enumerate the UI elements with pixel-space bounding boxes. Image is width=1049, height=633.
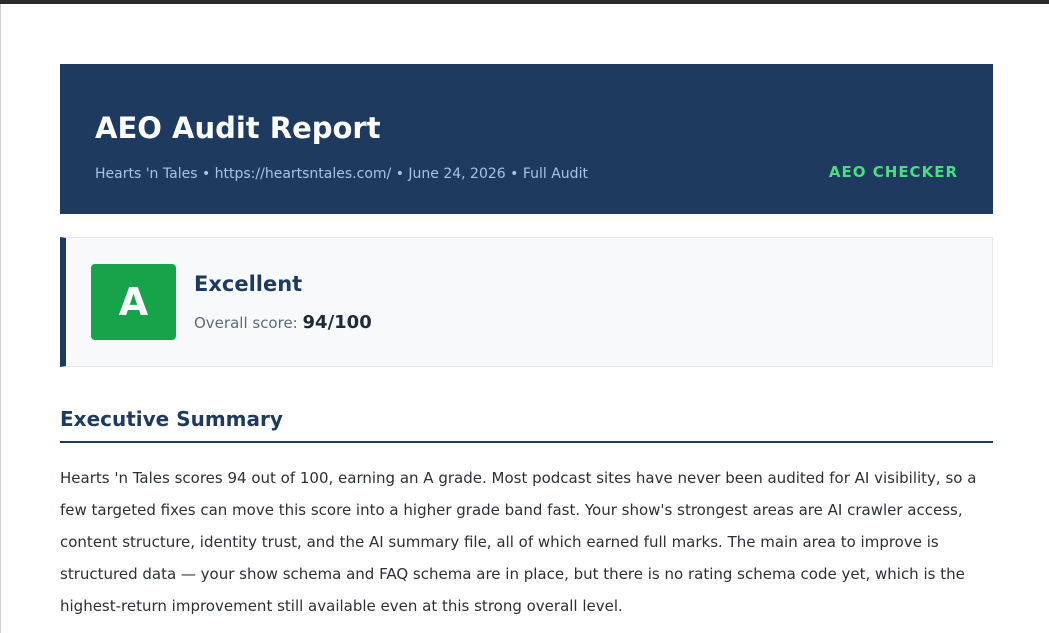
- top-window-edge: [0, 0, 1049, 4]
- overall-score: Overall score: 94/100: [194, 312, 372, 334]
- executive-summary-title: Executive Summary: [60, 407, 283, 431]
- report-header: AEO Audit Report Hearts 'n Tales • https…: [60, 64, 993, 214]
- brand-label: AEO CHECKER: [828, 163, 958, 181]
- grade-badge: A: [91, 264, 176, 340]
- overall-score-label: Overall score:: [194, 314, 298, 332]
- report-meta: Hearts 'n Tales • https://heartsntales.c…: [95, 166, 588, 182]
- grade-label: Excellent: [194, 272, 303, 296]
- executive-summary-text: Hearts 'n Tales scores 94 out of 100, ea…: [60, 469, 977, 615]
- left-page-edge: [0, 4, 1, 633]
- score-card: A Excellent Overall score: 94/100: [60, 237, 993, 367]
- overall-score-value: 94/100: [302, 312, 372, 333]
- report-title: AEO Audit Report: [95, 111, 381, 145]
- section-divider: [60, 441, 993, 443]
